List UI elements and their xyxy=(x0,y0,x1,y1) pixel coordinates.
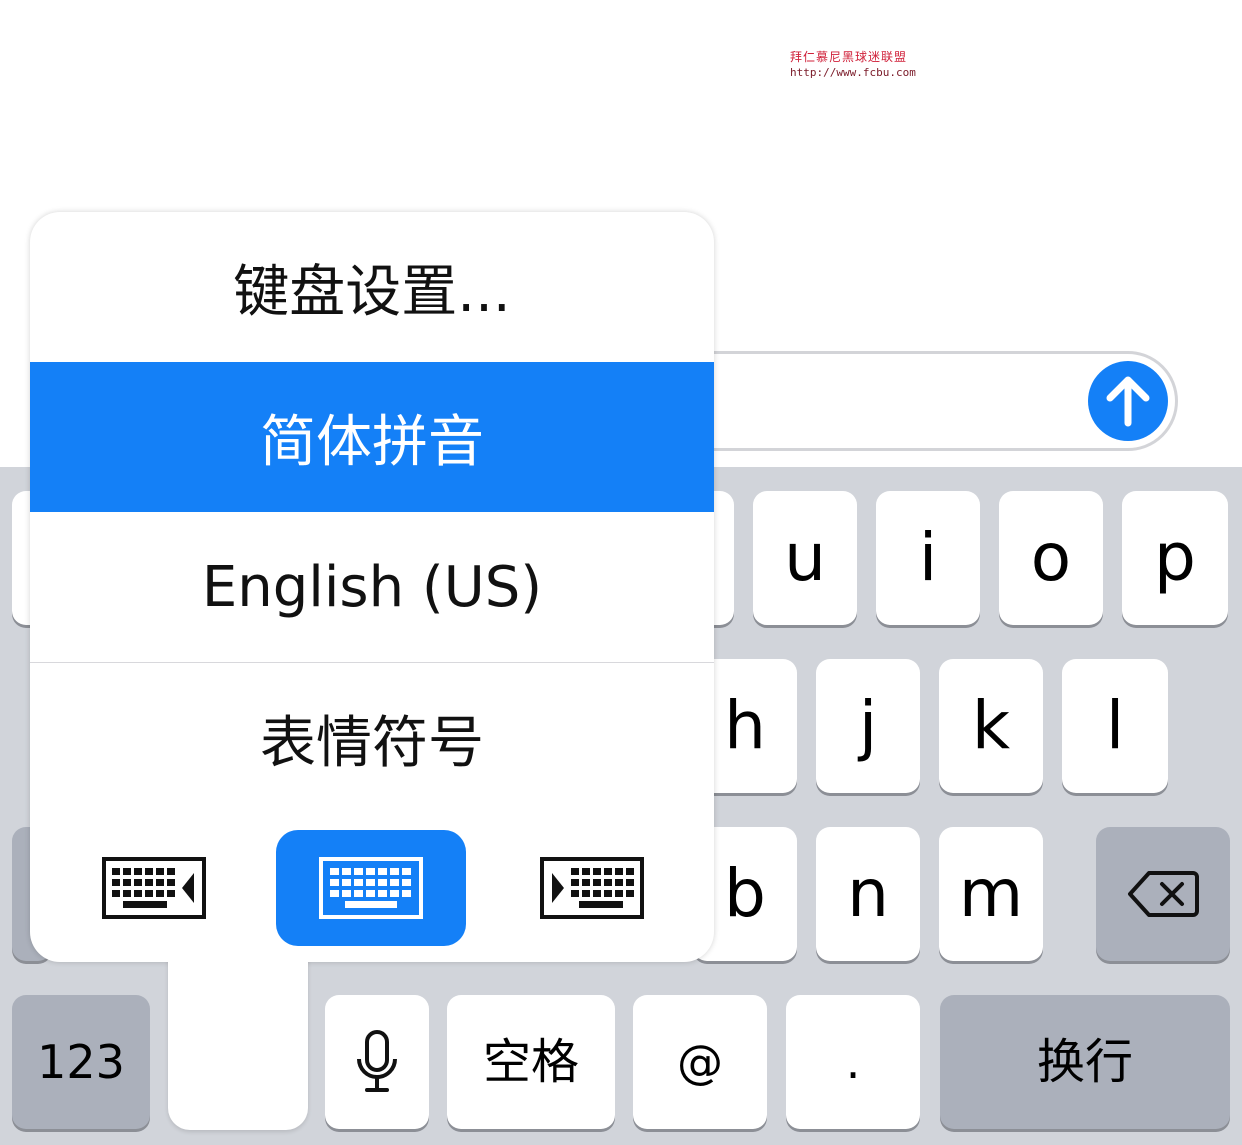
send-arrow-icon xyxy=(1106,376,1150,427)
keyboard-right-handed-icon xyxy=(540,857,644,919)
watermark-url: http://www.fcbu.com xyxy=(790,66,916,79)
right-keyboard-button[interactable] xyxy=(497,830,687,946)
return-key[interactable]: 换行 xyxy=(940,995,1230,1129)
key-o[interactable]: o xyxy=(999,491,1103,625)
numbers-key[interactable]: 123 xyxy=(12,995,150,1129)
full-keyboard-button[interactable] xyxy=(276,830,466,946)
keyboard-left-handed-icon xyxy=(102,857,206,919)
key-i[interactable]: i xyxy=(876,491,980,625)
key-u[interactable]: u xyxy=(753,491,857,625)
delete-button[interactable] xyxy=(1096,827,1230,961)
menu-item-keyboard-settings[interactable]: 键盘设置... xyxy=(30,212,714,362)
space-key[interactable]: 空格 xyxy=(447,995,615,1129)
at-key[interactable]: @ xyxy=(633,995,767,1129)
watermark: 拜仁慕尼黑球迷联盟 http://www.fcbu.com xyxy=(790,50,930,80)
globe-key-pressed[interactable] xyxy=(168,955,308,1130)
key-n[interactable]: n xyxy=(816,827,920,961)
key-k[interactable]: k xyxy=(939,659,1043,793)
menu-item-english-us[interactable]: English (US) xyxy=(30,512,714,662)
keyboard-full-icon xyxy=(319,857,423,919)
dictation-key[interactable] xyxy=(325,995,429,1129)
period-key[interactable]: . xyxy=(786,995,920,1129)
watermark-text: 拜仁慕尼黑球迷联盟 xyxy=(790,50,908,64)
key-j[interactable]: j xyxy=(816,659,920,793)
send-button[interactable] xyxy=(1088,361,1168,441)
left-keyboard-button[interactable] xyxy=(59,830,249,946)
menu-item-emoji[interactable]: 表情符号 xyxy=(30,663,714,813)
menu-item-simplified-pinyin[interactable]: 简体拼音 xyxy=(30,362,714,512)
delete-icon xyxy=(1128,871,1199,917)
key-m[interactable]: m xyxy=(939,827,1043,961)
key-p[interactable]: p xyxy=(1122,491,1228,625)
microphone-icon xyxy=(357,1030,397,1092)
key-l[interactable]: l xyxy=(1062,659,1168,793)
